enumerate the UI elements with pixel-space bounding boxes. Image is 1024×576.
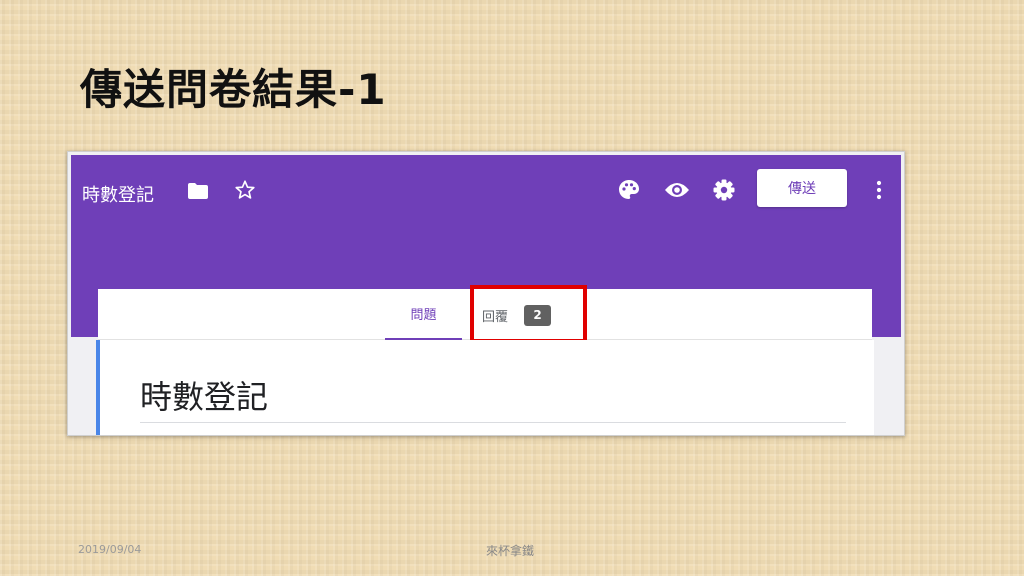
footer-date: 2019/09/04: [78, 543, 142, 556]
form-title[interactable]: 時數登記: [140, 372, 268, 418]
palette-icon[interactable]: [617, 178, 641, 202]
slide-title: 傳送問卷結果-1: [80, 65, 387, 114]
folder-icon[interactable]: [187, 182, 209, 200]
send-button[interactable]: 傳送: [757, 169, 847, 207]
footer-center-text: 來杯拿鐵: [486, 544, 535, 558]
gear-icon[interactable]: [712, 178, 736, 202]
tab-questions-label: 問題: [410, 308, 437, 323]
tab-questions[interactable]: 問題: [385, 289, 462, 340]
eye-icon[interactable]: [664, 180, 690, 200]
highlight-box: [470, 285, 587, 343]
form-title-card[interactable]: 時數登記: [96, 340, 874, 435]
form-name: 時數登記: [82, 185, 154, 206]
star-icon[interactable]: [234, 179, 256, 201]
title-underline: [140, 422, 846, 423]
google-forms-screenshot: 時數登記 傳送 問題 回覆 2 時數登記: [67, 151, 905, 436]
more-vert-icon[interactable]: [869, 179, 889, 201]
